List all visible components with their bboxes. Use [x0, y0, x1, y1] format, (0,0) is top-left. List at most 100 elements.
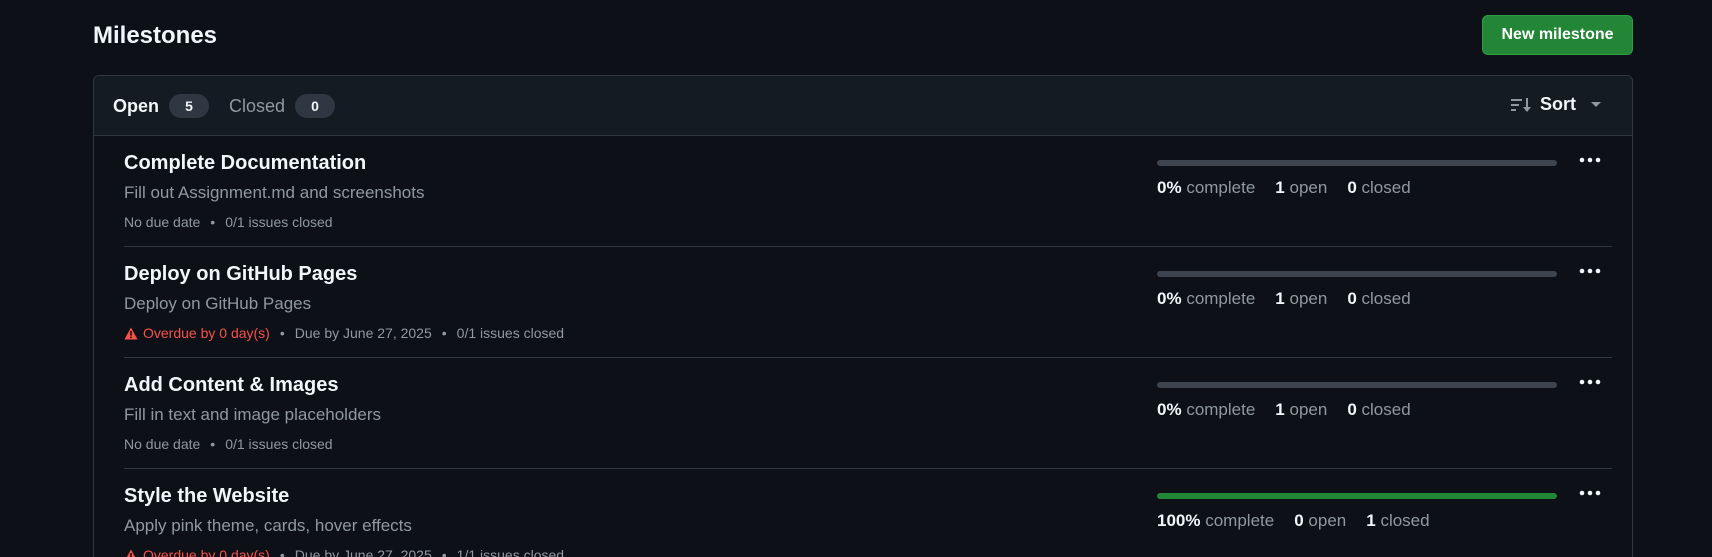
due-date: Due by June 27, 2025: [294, 547, 432, 557]
percent-complete[interactable]: 100% complete: [1157, 509, 1274, 533]
new-milestone-button[interactable]: New milestone: [1482, 15, 1633, 55]
milestone-description: Apply pink theme, cards, hover effects: [124, 516, 412, 535]
open-count-value: 0: [1294, 511, 1304, 530]
more-options-button[interactable]: [1574, 368, 1606, 396]
page-title: Milestones: [93, 22, 218, 49]
issues-closed: 0/1 issues closed: [456, 325, 565, 341]
milestone-row: Complete Documentation Fill out Assignme…: [124, 136, 1612, 247]
percent-complete-value: 0%: [1157, 178, 1182, 197]
issues-closed: 1/1 issues closed: [456, 547, 565, 557]
meta-separator: •: [210, 436, 216, 452]
alert-icon: [126, 549, 136, 557]
due-date: No due date: [124, 214, 201, 230]
progress-bar: [1157, 493, 1557, 499]
percent-complete-value: 0%: [1157, 400, 1182, 419]
open-count-value: 1: [1275, 289, 1285, 308]
open-count[interactable]: 1 open: [1275, 176, 1327, 200]
open-count[interactable]: 0 open: [1294, 509, 1346, 533]
overdue-status: Overdue by 0 day(s): [124, 545, 270, 557]
tab-closed-label: Closed: [229, 95, 286, 116]
milestone-meta: Overdue by 0 day(s) • Due by June 27, 2025…: [124, 545, 564, 557]
percent-complete-label: complete: [1186, 178, 1256, 197]
closed-count-value: 0: [1347, 400, 1357, 419]
percent-complete-label: complete: [1186, 289, 1256, 308]
closed-count-label: closed: [1361, 400, 1411, 419]
closed-count[interactable]: 0 closed: [1347, 398, 1410, 422]
milestone-list: Complete Documentation Fill out Assignme…: [94, 136, 1632, 557]
open-count[interactable]: 1 open: [1275, 398, 1327, 422]
due-date: No due date: [124, 436, 201, 452]
open-count-label: open: [1289, 400, 1328, 419]
kebab-horizontal-icon: [1579, 490, 1601, 496]
closed-count-value: 0: [1347, 289, 1357, 308]
milestone-meta: No due date • 0/1 issues closed: [124, 434, 333, 454]
progress-bar: [1157, 382, 1557, 388]
meta-separator: •: [279, 547, 285, 557]
milestones-box: Open 5 Closed 0 Sort Complete Documentat…: [93, 75, 1633, 557]
milestone-stats: 0% complete 1 open 0 closed: [1157, 287, 1431, 311]
tab-closed[interactable]: Closed 0: [229, 93, 336, 118]
sort-label: Sort: [1540, 94, 1576, 114]
closed-count-value: 1: [1366, 511, 1376, 530]
overdue-status: Overdue by 0 day(s): [124, 323, 270, 343]
milestone-description: Fill out Assignment.md and screenshots: [124, 183, 425, 202]
open-count-value: 1: [1275, 400, 1285, 419]
more-options-button[interactable]: [1574, 257, 1606, 285]
more-options-button[interactable]: [1574, 146, 1606, 174]
milestone-title[interactable]: Style the Website: [124, 483, 289, 509]
milestone-meta: Overdue by 0 day(s) • Due by June 27, 2025…: [124, 323, 564, 343]
milestone-title[interactable]: Complete Documentation: [124, 150, 366, 176]
more-options-button[interactable]: [1574, 479, 1606, 507]
open-count-value: 1: [1275, 178, 1285, 197]
milestone-stats: 100% complete 0 open 1 closed: [1157, 509, 1450, 533]
percent-complete-label: complete: [1186, 400, 1256, 419]
kebab-horizontal-icon: [1579, 157, 1601, 163]
overdue-text: Overdue by 0 day(s): [143, 325, 270, 341]
closed-count[interactable]: 0 closed: [1347, 287, 1410, 311]
progress-bar: [1157, 271, 1557, 277]
meta-separator: •: [210, 214, 216, 230]
percent-complete[interactable]: 0% complete: [1157, 287, 1255, 311]
milestone-title[interactable]: Deploy on GitHub Pages: [124, 261, 357, 287]
percent-complete[interactable]: 0% complete: [1157, 176, 1255, 200]
milestone-row: Add Content & Images Fill in text and im…: [124, 358, 1612, 469]
closed-count[interactable]: 0 closed: [1347, 176, 1410, 200]
kebab-horizontal-icon: [1579, 268, 1601, 274]
issues-closed: 0/1 issues closed: [225, 436, 333, 452]
due-date: Due by June 27, 2025: [294, 325, 432, 341]
open-count-badge: 5: [169, 93, 210, 118]
sort-icon: [1510, 96, 1532, 114]
milestone-description: Deploy on GitHub Pages: [124, 294, 312, 313]
closed-count-value: 0: [1347, 178, 1357, 197]
chevron-down-icon: [1590, 101, 1602, 109]
milestone-title[interactable]: Add Content & Images: [124, 372, 338, 398]
meta-separator: •: [279, 325, 285, 341]
milestone-row: Deploy on GitHub Pages Deploy on GitHub …: [124, 247, 1612, 358]
percent-complete-value: 100%: [1157, 511, 1201, 530]
closed-count-label: closed: [1361, 289, 1411, 308]
open-count[interactable]: 1 open: [1275, 287, 1327, 311]
alert-icon: [124, 327, 138, 339]
percent-complete-label: complete: [1205, 511, 1275, 530]
percent-complete[interactable]: 0% complete: [1157, 398, 1255, 422]
sort-dropdown[interactable]: Sort: [1510, 94, 1602, 115]
closed-count-label: closed: [1361, 178, 1411, 197]
closed-count-badge: 0: [295, 93, 336, 118]
open-count-label: open: [1289, 289, 1328, 308]
milestones-header: Open 5 Closed 0 Sort: [94, 76, 1632, 136]
tab-open[interactable]: Open 5: [113, 93, 210, 118]
meta-separator: •: [441, 325, 447, 341]
milestone-row: Style the Website Apply pink theme, card…: [124, 469, 1612, 557]
open-count-label: open: [1289, 178, 1328, 197]
percent-complete-value: 0%: [1157, 289, 1182, 308]
progress-fill: [1157, 493, 1557, 499]
milestone-stats: 0% complete 1 open 0 closed: [1157, 398, 1431, 422]
closed-count-label: closed: [1380, 511, 1430, 530]
overdue-text: Overdue by 0 day(s): [143, 547, 270, 557]
milestone-stats: 0% complete 1 open 0 closed: [1157, 176, 1431, 200]
closed-count[interactable]: 1 closed: [1366, 509, 1429, 533]
progress-bar: [1157, 160, 1557, 166]
milestone-meta: No due date • 0/1 issues closed: [124, 212, 333, 232]
milestone-description: Fill in text and image placeholders: [124, 405, 382, 424]
open-count-label: open: [1308, 511, 1347, 530]
